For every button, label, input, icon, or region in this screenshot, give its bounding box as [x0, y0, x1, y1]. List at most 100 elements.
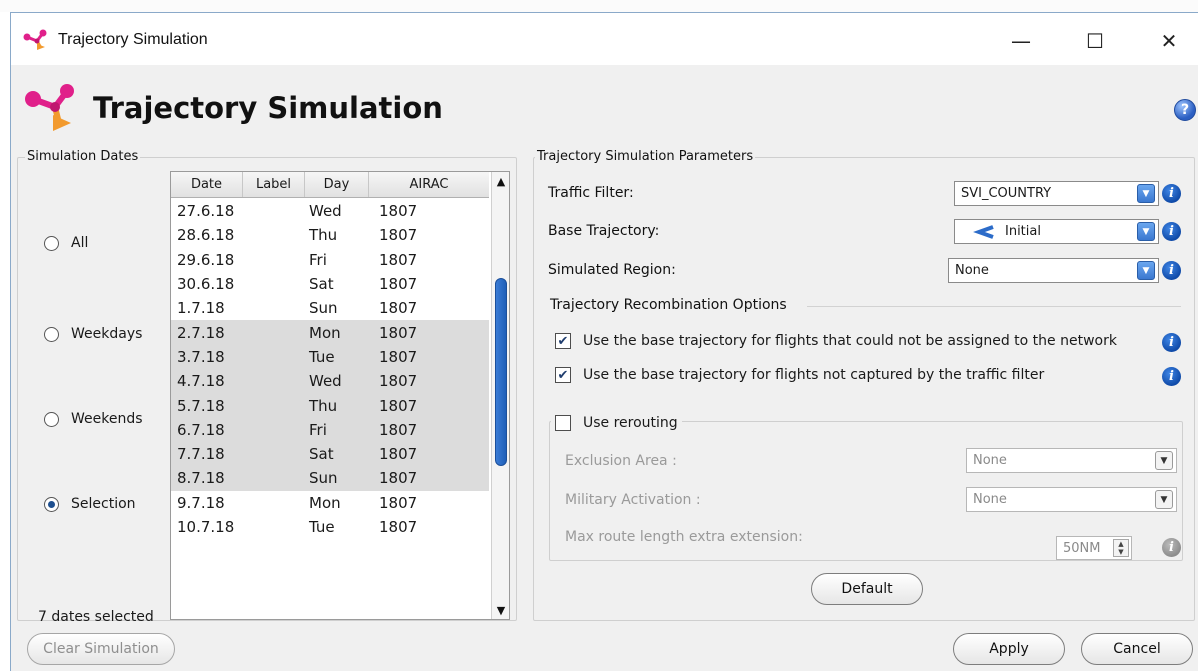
- chevron-down-icon[interactable]: ▼: [1137, 261, 1155, 280]
- page-title: Trajectory Simulation: [93, 91, 443, 125]
- simulated-region-select[interactable]: None ▼: [948, 258, 1159, 283]
- day-cell: Fri: [309, 420, 327, 439]
- table-row[interactable]: 28.6.18 Thu 1807: [171, 223, 489, 247]
- airac-cell: 1807: [379, 323, 418, 342]
- checkbox[interactable]: [555, 415, 571, 431]
- table-row[interactable]: 10.7.18 Tue 1807: [171, 515, 489, 539]
- title-bar: Trajectory Simulation — ☐ ✕: [11, 13, 1198, 65]
- radio-button[interactable]: [44, 411, 59, 427]
- table-row[interactable]: 1.7.18 Sun 1807: [171, 296, 489, 320]
- cancel-button[interactable]: Cancel: [1081, 633, 1193, 665]
- radio-selection[interactable]: Selection: [44, 496, 136, 512]
- chevron-up-icon[interactable]: ▲: [1118, 540, 1123, 548]
- column-header-date[interactable]: Date: [171, 172, 243, 197]
- day-cell: Thu: [309, 226, 338, 245]
- chevron-down-icon[interactable]: ▼: [1118, 548, 1123, 556]
- date-cell: 10.7.18: [177, 518, 235, 536]
- scroll-down-icon[interactable]: ▼: [492, 601, 509, 619]
- base-trajectory-select[interactable]: Initial ▼: [954, 219, 1159, 244]
- radio-label: All: [71, 235, 89, 251]
- table-row[interactable]: 5.7.18 Thu 1807: [171, 393, 489, 418]
- option-unassigned-flights[interactable]: ✔ Use the base trajectory for flights th…: [555, 333, 1117, 349]
- info-icon[interactable]: i: [1162, 538, 1181, 557]
- spinner-buttons[interactable]: ▲ ▼: [1113, 539, 1129, 557]
- checkbox[interactable]: ✔: [555, 367, 571, 383]
- base-trajectory-value: Initial: [1005, 224, 1041, 239]
- info-icon[interactable]: i: [1162, 333, 1181, 352]
- base-trajectory-label: Base Trajectory:: [548, 223, 660, 239]
- info-icon[interactable]: i: [1162, 184, 1181, 203]
- radio-label: Weekends: [71, 411, 143, 427]
- option-not-captured-label: Use the base trajectory for flights not …: [583, 367, 1045, 383]
- traffic-filter-value: SVI_COUNTRY: [961, 186, 1052, 201]
- date-cell: 28.6.18: [177, 226, 235, 245]
- desktop-background-left: [0, 12, 10, 671]
- radio-button[interactable]: [44, 326, 59, 342]
- table-row[interactable]: 2.7.18 Mon 1807: [171, 320, 489, 345]
- column-header-label[interactable]: Label: [243, 172, 305, 197]
- traffic-filter-select[interactable]: SVI_COUNTRY ▼: [954, 181, 1159, 206]
- chevron-down-icon[interactable]: ▼: [1137, 184, 1155, 203]
- simulation-parameters-label: Trajectory Simulation Parameters: [535, 149, 756, 164]
- recombination-options-label: Trajectory Recombination Options: [550, 297, 787, 313]
- table-row[interactable]: 6.7.18 Fri 1807: [171, 417, 489, 442]
- airac-cell: 1807: [379, 226, 418, 245]
- date-cell: 30.6.18: [177, 275, 235, 294]
- table-row[interactable]: 3.7.18 Tue 1807: [171, 344, 489, 370]
- date-cell: 9.7.18: [177, 493, 225, 512]
- table-row[interactable]: 30.6.18 Sat 1807: [171, 272, 489, 296]
- radio-weekdays[interactable]: Weekdays: [44, 326, 142, 342]
- table-row[interactable]: 8.7.18 Sun 1807: [171, 466, 489, 491]
- max-route-length-value: 50NM: [1063, 540, 1101, 556]
- trajectory-icon: [973, 224, 994, 239]
- military-activation-value: None: [973, 492, 1007, 507]
- day-cell: Wed: [309, 202, 342, 221]
- chevron-down-icon[interactable]: ▼: [1155, 490, 1173, 509]
- military-activation-select[interactable]: None ▼: [966, 487, 1177, 512]
- apply-button[interactable]: Apply: [953, 633, 1065, 665]
- table-scrollbar[interactable]: ▲ ▼: [491, 172, 509, 619]
- dates-selected-count: 7 dates selected: [38, 609, 154, 625]
- option-not-captured-flights[interactable]: ✔ Use the base trajectory for flights no…: [555, 367, 1044, 383]
- table-row[interactable]: 4.7.18 Wed 1807: [171, 369, 489, 394]
- exclusion-area-value: None: [973, 453, 1007, 468]
- simulation-dates-label: Simulation Dates: [25, 149, 141, 164]
- airac-cell: 1807: [379, 347, 418, 366]
- scroll-up-icon[interactable]: ▲: [492, 172, 509, 190]
- day-cell: Mon: [309, 323, 341, 342]
- table-row[interactable]: 9.7.18 Mon 1807: [171, 491, 489, 515]
- close-button[interactable]: ✕: [1149, 21, 1189, 61]
- use-rerouting-label: Use rerouting: [583, 415, 678, 431]
- airac-cell: 1807: [379, 250, 418, 269]
- radio-all[interactable]: All: [44, 235, 88, 251]
- radio-button[interactable]: [44, 235, 59, 251]
- exclusion-area-select[interactable]: None ▼: [966, 448, 1177, 473]
- default-button[interactable]: Default: [811, 573, 923, 605]
- info-icon[interactable]: i: [1162, 261, 1181, 280]
- table-row[interactable]: 29.6.18 Fri 1807: [171, 248, 489, 272]
- column-header-airac[interactable]: AIRAC: [369, 172, 489, 197]
- help-icon[interactable]: ?: [1174, 99, 1196, 121]
- minimize-button[interactable]: —: [1001, 21, 1041, 61]
- day-cell: Fri: [309, 250, 327, 269]
- radio-label: Selection: [71, 496, 136, 512]
- dates-table[interactable]: Date Label Day AIRAC 27.6.18 Wed 1807 28.6.…: [170, 171, 510, 620]
- use-rerouting-toggle[interactable]: Use rerouting: [551, 415, 682, 431]
- maximize-button[interactable]: ☐: [1075, 21, 1115, 61]
- checkbox[interactable]: ✔: [555, 333, 571, 349]
- radio-weekends[interactable]: Weekends: [44, 411, 143, 427]
- airac-cell: 1807: [379, 518, 418, 536]
- max-route-length-spinner[interactable]: 50NM ▲ ▼: [1056, 536, 1132, 560]
- table-row[interactable]: 27.6.18 Wed 1807: [171, 199, 489, 223]
- scrollbar-thumb[interactable]: [495, 278, 507, 466]
- table-row[interactable]: 7.7.18 Sat 1807: [171, 441, 489, 467]
- airac-cell: 1807: [379, 275, 418, 294]
- info-icon[interactable]: i: [1162, 222, 1181, 241]
- chevron-down-icon[interactable]: ▼: [1155, 451, 1173, 470]
- column-header-day[interactable]: Day: [305, 172, 369, 197]
- radio-button[interactable]: [44, 496, 59, 512]
- desktop-background: [0, 0, 1198, 12]
- chevron-down-icon[interactable]: ▼: [1137, 222, 1155, 241]
- clear-simulation-button[interactable]: Clear Simulation: [27, 633, 175, 665]
- info-icon[interactable]: i: [1162, 367, 1181, 386]
